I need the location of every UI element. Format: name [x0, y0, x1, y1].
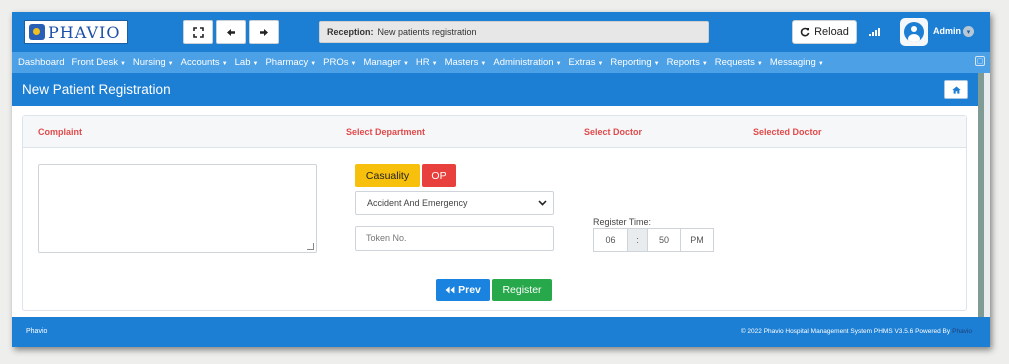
token-input[interactable]: Token No.: [355, 226, 554, 251]
register-time-field: 06 : 50 PM: [593, 228, 714, 252]
menu-item-administration[interactable]: Administration ▼: [493, 57, 561, 68]
register-time-label: Register Time:: [593, 217, 652, 227]
double-left-arrow-icon: [445, 286, 455, 294]
caret-down-icon: ▼: [310, 61, 317, 67]
reload-label: Reload: [814, 26, 849, 38]
footer-powered-link[interactable]: Phavio: [952, 328, 972, 335]
department-selected-value: Accident And Emergency: [367, 198, 468, 208]
chevron-down-icon: [538, 198, 547, 208]
menu-item-front-desk[interactable]: Front Desk ▼: [71, 57, 125, 68]
user-menu-chevron-icon[interactable]: ▾: [963, 26, 974, 37]
registration-card: Complaint Select Department Select Docto…: [22, 115, 967, 311]
page-title: New Patient Registration: [22, 82, 171, 97]
forward-button[interactable]: [249, 20, 279, 44]
menu-item-pharmacy[interactable]: Pharmacy ▼: [265, 57, 316, 68]
menu-item-lab[interactable]: Lab ▼: [235, 57, 259, 68]
menu-item-masters[interactable]: Masters ▼: [445, 57, 487, 68]
home-icon: [951, 86, 961, 94]
window-title: New patients registration: [377, 27, 477, 37]
menu-item-requests[interactable]: Requests ▼: [715, 57, 763, 68]
menu-item-hr[interactable]: HR ▼: [416, 57, 438, 68]
time-minute-input[interactable]: 50: [647, 228, 681, 252]
time-separator: :: [628, 228, 647, 252]
caret-down-icon: ▼: [555, 61, 562, 67]
arrow-right-icon: [260, 28, 268, 36]
caret-down-icon: ▼: [756, 61, 763, 67]
doctor-header: Select Doctor: [584, 127, 643, 137]
caret-down-icon: ▼: [480, 61, 487, 67]
menu-item-dashboard[interactable]: Dashboard: [18, 57, 64, 68]
menu-item-messaging[interactable]: Messaging ▼: [770, 57, 824, 68]
signal-icon: [869, 28, 880, 36]
department-header: Select Department: [346, 127, 426, 137]
refresh-icon: [800, 27, 810, 37]
window-title-prefix: Reception:: [327, 27, 374, 37]
caret-down-icon: ▼: [402, 61, 409, 67]
collapse-menu-icon[interactable]: ▢: [975, 56, 985, 66]
prev-button[interactable]: Prev: [436, 279, 490, 301]
time-ampm-toggle[interactable]: PM: [681, 228, 714, 252]
app-window: PHAVIO Reception: New patients registrat…: [12, 12, 990, 347]
arrow-left-icon: [227, 28, 235, 36]
caret-down-icon: ▼: [252, 61, 259, 67]
top-bar: PHAVIO Reception: New patients registrat…: [12, 12, 990, 52]
expand-icon: [192, 26, 204, 38]
caret-down-icon: ▼: [701, 61, 708, 67]
user-avatar-button[interactable]: [900, 18, 928, 46]
department-select[interactable]: Accident And Emergency: [355, 191, 554, 215]
prev-label: Prev: [458, 284, 481, 296]
caret-down-icon: ▼: [350, 61, 357, 67]
footer: Phavio © 2022 Phavio Hospital Management…: [12, 317, 990, 347]
page-header: New Patient Registration: [12, 73, 978, 106]
caret-down-icon: ▼: [221, 61, 228, 67]
menu-item-reports[interactable]: Reports ▼: [667, 57, 708, 68]
fullscreen-button[interactable]: [183, 20, 213, 44]
caret-down-icon: ▼: [597, 61, 604, 67]
app-logo[interactable]: PHAVIO: [24, 20, 128, 44]
menu-item-pros[interactable]: PROs ▼: [323, 57, 356, 68]
menu-item-manager[interactable]: Manager ▼: [363, 57, 408, 68]
footer-brand: Phavio: [26, 328, 48, 335]
casualty-button[interactable]: Casuality: [355, 164, 420, 187]
menu-item-extras[interactable]: Extras ▼: [569, 57, 604, 68]
home-button[interactable]: [944, 80, 968, 99]
time-hour-input[interactable]: 06: [593, 228, 628, 252]
selected-doctor-header: Selected Doctor: [753, 127, 822, 137]
complaint-header: Complaint: [38, 127, 82, 137]
complaint-textarea[interactable]: [38, 164, 317, 253]
logo-icon: [29, 24, 45, 40]
user-avatar-icon: [904, 22, 924, 42]
reload-button[interactable]: Reload: [792, 20, 857, 44]
register-button[interactable]: Register: [492, 279, 552, 301]
scrollbar-track[interactable]: [984, 73, 990, 317]
caret-down-icon: ▼: [653, 61, 660, 67]
user-name[interactable]: Admin: [933, 26, 961, 36]
menu-item-nursing[interactable]: Nursing ▼: [133, 57, 174, 68]
card-header: Complaint Select Department Select Docto…: [23, 116, 966, 148]
menu-item-accounts[interactable]: Accounts ▼: [181, 57, 228, 68]
footer-copyright: © 2022 Phavio Hospital Management System…: [740, 328, 972, 335]
window-title-bar: Reception: New patients registration: [319, 21, 709, 43]
logo-text: PHAVIO: [48, 22, 121, 42]
back-button[interactable]: [216, 20, 246, 44]
caret-down-icon: ▼: [817, 61, 824, 67]
op-button[interactable]: OP: [422, 164, 456, 187]
main-menu: Dashboard Front Desk ▼ Nursing ▼ Accounts ▼…: [12, 52, 990, 73]
caret-down-icon: ▼: [431, 61, 438, 67]
menu-item-reporting[interactable]: Reporting ▼: [610, 57, 659, 68]
caret-down-icon: ▼: [167, 61, 174, 67]
caret-down-icon: ▼: [119, 61, 126, 67]
